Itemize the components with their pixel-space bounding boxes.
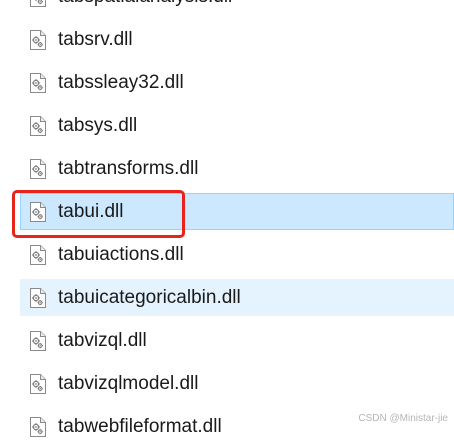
dll-file-icon [29,374,47,394]
file-row[interactable]: tabvizqlmodel.dll [0,362,454,405]
file-name: tabssleay32.dll [58,72,184,93]
file-name: tabsrv.dll [58,29,133,50]
file-name: tabwebfileformat.dll [58,416,222,437]
dll-file-icon [29,417,47,437]
file-name: tabtransforms.dll [58,158,199,179]
file-row-selected[interactable]: tabui.dll [0,190,454,233]
file-row[interactable]: tabssleay32.dll [0,61,454,104]
dll-file-icon [29,288,47,308]
file-row[interactable]: tabsrv.dll [0,18,454,61]
file-list: tabspatialanalysis.dll tabsrv.dll tabssl… [0,0,454,448]
dll-file-icon [29,116,47,136]
dll-file-icon [29,245,47,265]
file-name: tabuicategoricalbin.dll [58,287,241,308]
watermark: CSDN @Ministar-jie [358,413,448,424]
file-row[interactable]: tabtransforms.dll [0,147,454,190]
dll-file-icon [29,202,47,222]
dll-file-icon [29,73,47,93]
file-row[interactable]: tabsys.dll [0,104,454,147]
file-row-hover[interactable]: tabuicategoricalbin.dll [0,276,454,319]
dll-file-icon [29,30,47,50]
file-name: tabvizql.dll [58,330,147,351]
file-name: tabsys.dll [58,115,138,136]
dll-file-icon [29,0,47,7]
file-row[interactable]: tabspatialanalysis.dll [0,0,454,18]
file-row[interactable]: tabwebfileformat.dll [0,405,454,448]
file-name: tabui.dll [58,201,124,222]
dll-file-icon [29,331,47,351]
file-name: tabvizqlmodel.dll [58,373,199,394]
file-name: tabspatialanalysis.dll [58,0,232,8]
dll-file-icon [29,159,47,179]
file-row[interactable]: tabuiactions.dll [0,233,454,276]
file-row[interactable]: tabvizql.dll [0,319,454,362]
file-name: tabuiactions.dll [58,244,184,265]
